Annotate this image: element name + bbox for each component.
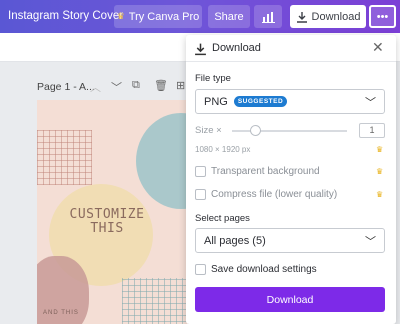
compress-file-checkbox[interactable]: [195, 189, 206, 200]
download-panel: Download ✕ File type PNG SUGGESTED ﹀ Siz…: [186, 35, 396, 324]
file-type-label: File type: [195, 73, 231, 84]
hatch-pattern-decoration: [37, 130, 92, 185]
transparent-background-checkbox[interactable]: [195, 166, 206, 177]
insights-button[interactable]: [254, 5, 282, 28]
download-top-button[interactable]: Download: [290, 5, 366, 28]
select-pages-label: Select pages: [195, 213, 250, 224]
try-pro-label: Try Canva Pro: [128, 10, 200, 23]
design-canvas[interactable]: CUSTOMIZE THIS AND THIS: [37, 100, 192, 324]
download-top-label: Download: [311, 10, 361, 23]
headline-line-1: CUSTOMIZE: [69, 207, 145, 222]
file-type-select[interactable]: PNG SUGGESTED ﹀: [195, 89, 385, 114]
chevron-down-icon[interactable]: ﹀: [111, 79, 122, 95]
share-button[interactable]: Share: [208, 5, 250, 28]
try-canva-pro-button[interactable]: ♛ Try Canva Pro: [114, 5, 202, 28]
headline-line-2: THIS: [90, 221, 124, 236]
close-icon[interactable]: ✕: [372, 39, 384, 56]
page-label[interactable]: Page 1 - A...: [37, 81, 95, 93]
file-type-value: PNG: [204, 95, 228, 108]
add-page-icon[interactable]: ⊞: [176, 79, 185, 92]
crown-icon: ♛: [376, 167, 384, 176]
panel-header: Download ✕: [186, 35, 396, 62]
transparent-background-label: Transparent background: [211, 166, 320, 177]
dimensions-text: 1080 × 1920 px: [195, 145, 251, 154]
chevron-down-icon: ﹀: [365, 236, 376, 248]
size-input[interactable]: 1: [359, 123, 385, 138]
pages-value: All pages (5): [204, 234, 266, 247]
save-settings-checkbox[interactable]: [195, 264, 206, 275]
blue-watercolor-blob: [136, 113, 192, 209]
size-label: Size ×: [195, 125, 222, 136]
top-bar: Instagram Story Cover ♛ Try Canva Pro Sh…: [0, 0, 400, 33]
delete-page-icon[interactable]: 🗑: [154, 79, 168, 92]
pages-select[interactable]: All pages (5) ﹀: [195, 228, 385, 253]
suggested-badge: SUGGESTED: [233, 96, 288, 107]
compress-file-label: Compress file (lower quality): [211, 189, 338, 200]
more-options-button[interactable]: •••: [369, 5, 396, 28]
crown-icon: ♛: [116, 11, 125, 21]
crown-icon: ♛: [376, 190, 384, 199]
document-title[interactable]: Instagram Story Cover: [8, 10, 123, 22]
save-settings-label: Save download settings: [211, 264, 317, 275]
download-button[interactable]: Download: [195, 287, 385, 312]
duplicate-page-icon[interactable]: ⧉: [132, 79, 140, 92]
bar-chart-icon: [261, 11, 275, 23]
size-slider-thumb[interactable]: [250, 125, 261, 136]
download-icon: [296, 11, 307, 23]
chevron-down-icon: ﹀: [365, 97, 376, 109]
canvas-headline[interactable]: CUSTOMIZE THIS: [47, 208, 167, 236]
crown-icon: ♛: [376, 145, 384, 154]
download-icon: [195, 43, 206, 56]
canvas-footer-text[interactable]: AND THIS: [43, 310, 79, 316]
chevron-up-icon[interactable]: ︿: [90, 79, 101, 95]
panel-title: Download: [212, 42, 261, 54]
teal-hatch-pattern-decoration: [122, 278, 192, 324]
